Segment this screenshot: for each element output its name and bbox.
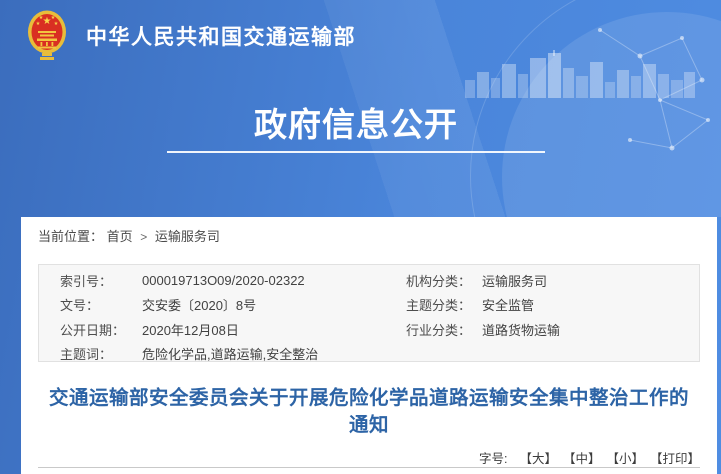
font-size-large-button[interactable]: 【大】 — [519, 448, 557, 467]
document-meta-table: 索引号： 000019713O09/2020-02322 文号： 交安委〔202… — [38, 264, 700, 362]
banner: ★ ★ ★ ★ ★ 中华人民共和国交通运输部 政府信息公开 — [0, 0, 721, 217]
breadcrumb-link-home[interactable]: 首页 — [107, 229, 133, 244]
meta-row-publish-date: 公开日期： 2020年12月08日 — [60, 317, 318, 342]
meta-label: 主题词： — [60, 344, 142, 363]
font-size-toolbar: 字号: 【大】 【中】 【小】 【打印】 — [479, 448, 700, 467]
breadcrumb-link-department[interactable]: 运输服务司 — [155, 229, 220, 244]
meta-label: 文号： — [60, 295, 142, 314]
meta-value: 道路货物运输 — [482, 320, 560, 339]
meta-column-left: 索引号： 000019713O09/2020-02322 文号： 交安委〔202… — [60, 268, 318, 366]
meta-row-industry-category: 行业分类： 道路货物运输 — [406, 317, 560, 342]
font-size-medium-button[interactable]: 【中】 — [563, 448, 601, 467]
constellation-decoration — [560, 8, 720, 208]
meta-label: 行业分类： — [406, 320, 482, 339]
meta-value: 安全监管 — [482, 295, 534, 314]
print-button[interactable]: 【打印】 — [650, 448, 700, 467]
breadcrumb-separator: > — [140, 230, 147, 244]
content-panel: 当前位置： 首页 > 运输服务司 索引号： 000019713O09/2020-… — [21, 217, 717, 474]
breadcrumb: 当前位置： 首页 > 运输服务司 — [21, 217, 717, 245]
banner-title: 政府信息公开 — [167, 98, 545, 146]
national-emblem-icon: ★ ★ ★ ★ ★ — [27, 8, 67, 62]
breadcrumb-label: 当前位置： — [38, 229, 103, 244]
meta-row-topic-category: 主题分类： 安全监管 — [406, 293, 560, 318]
meta-label: 机构分类： — [406, 271, 482, 290]
font-size-small-button[interactable]: 【小】 — [606, 448, 644, 467]
meta-value: 2020年12月08日 — [142, 320, 239, 339]
svg-text:★: ★ — [54, 21, 59, 27]
svg-text:★: ★ — [51, 15, 56, 21]
meta-label: 主题分类： — [406, 295, 482, 314]
font-size-label: 字号: — [479, 448, 507, 467]
svg-text:★: ★ — [39, 15, 44, 21]
meta-value: 运输服务司 — [482, 271, 547, 290]
site-name: 中华人民共和国交通运输部 — [86, 21, 356, 51]
meta-row-keywords: 主题词： 危险化学品,道路运输,安全整治 — [60, 342, 318, 367]
meta-value: 交安委〔2020〕8号 — [142, 295, 256, 314]
meta-column-right: 机构分类： 运输服务司 主题分类： 安全监管 行业分类： 道路货物运输 — [406, 268, 560, 342]
meta-label: 公开日期： — [60, 320, 142, 339]
content-divider — [38, 467, 700, 468]
meta-row-doc-number: 文号： 交安委〔2020〕8号 — [60, 293, 318, 318]
meta-row-index-number: 索引号： 000019713O09/2020-02322 — [60, 268, 318, 293]
banner-title-underline — [167, 151, 545, 153]
article-title: 交通运输部安全委员会关于开展危险化学品道路运输安全集中整治工作的通知 — [43, 385, 695, 439]
svg-text:★: ★ — [36, 21, 41, 27]
meta-value: 危险化学品,道路运输,安全整治 — [142, 344, 318, 363]
meta-label: 索引号： — [60, 271, 142, 290]
meta-value: 000019713O09/2020-02322 — [142, 273, 305, 288]
meta-row-agency-category: 机构分类： 运输服务司 — [406, 268, 560, 293]
